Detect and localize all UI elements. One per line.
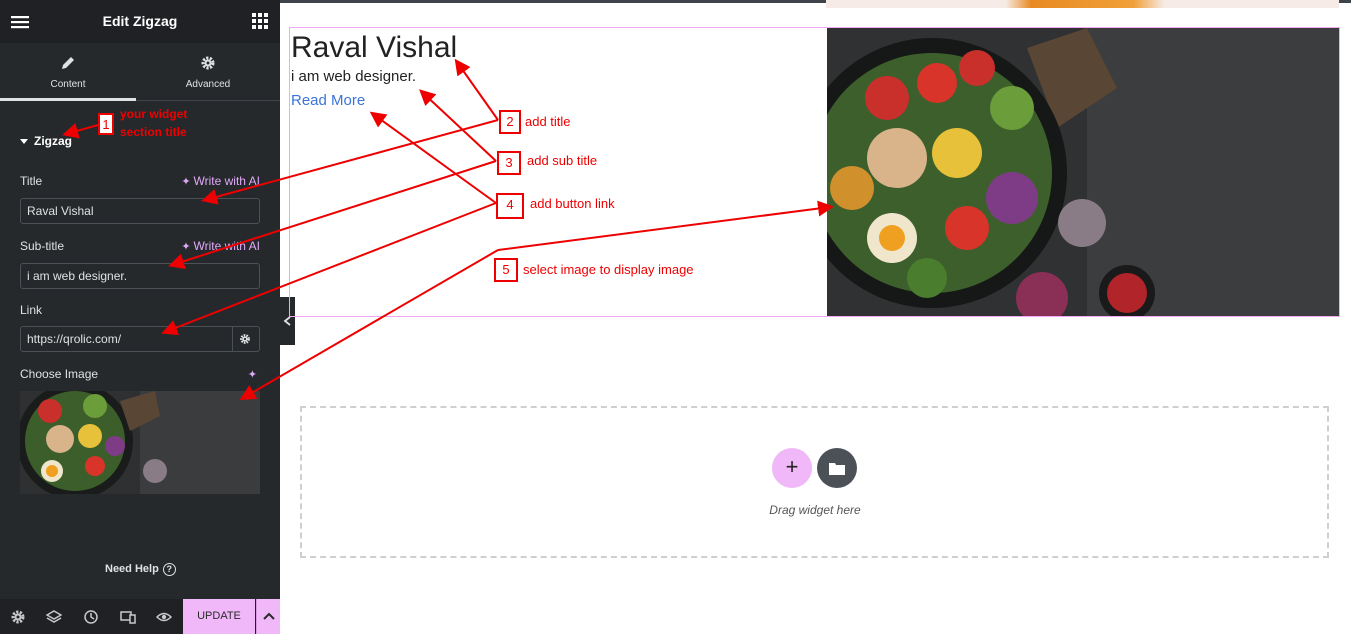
annotation-note-5: select image to display image (523, 262, 694, 277)
annotation-note-1-line1: your widget (120, 107, 188, 121)
annotation-marker-1: 1 (98, 113, 114, 135)
annotation-note-1-line2: section title (120, 125, 187, 139)
annotation-note-3: add sub title (527, 153, 598, 168)
annotation-note-1: your widget section title (120, 105, 187, 141)
annotation-arrows (62, 58, 834, 401)
annotation-marker-3: 3 (497, 151, 521, 175)
annotation-marker-4: 4 (496, 193, 524, 219)
annotation-note-2: add title (525, 114, 571, 129)
annotation-marker-5: 5 (494, 258, 518, 282)
annotation-marker-2: 2 (499, 110, 521, 134)
annotation-note-4: add button link (530, 196, 615, 211)
